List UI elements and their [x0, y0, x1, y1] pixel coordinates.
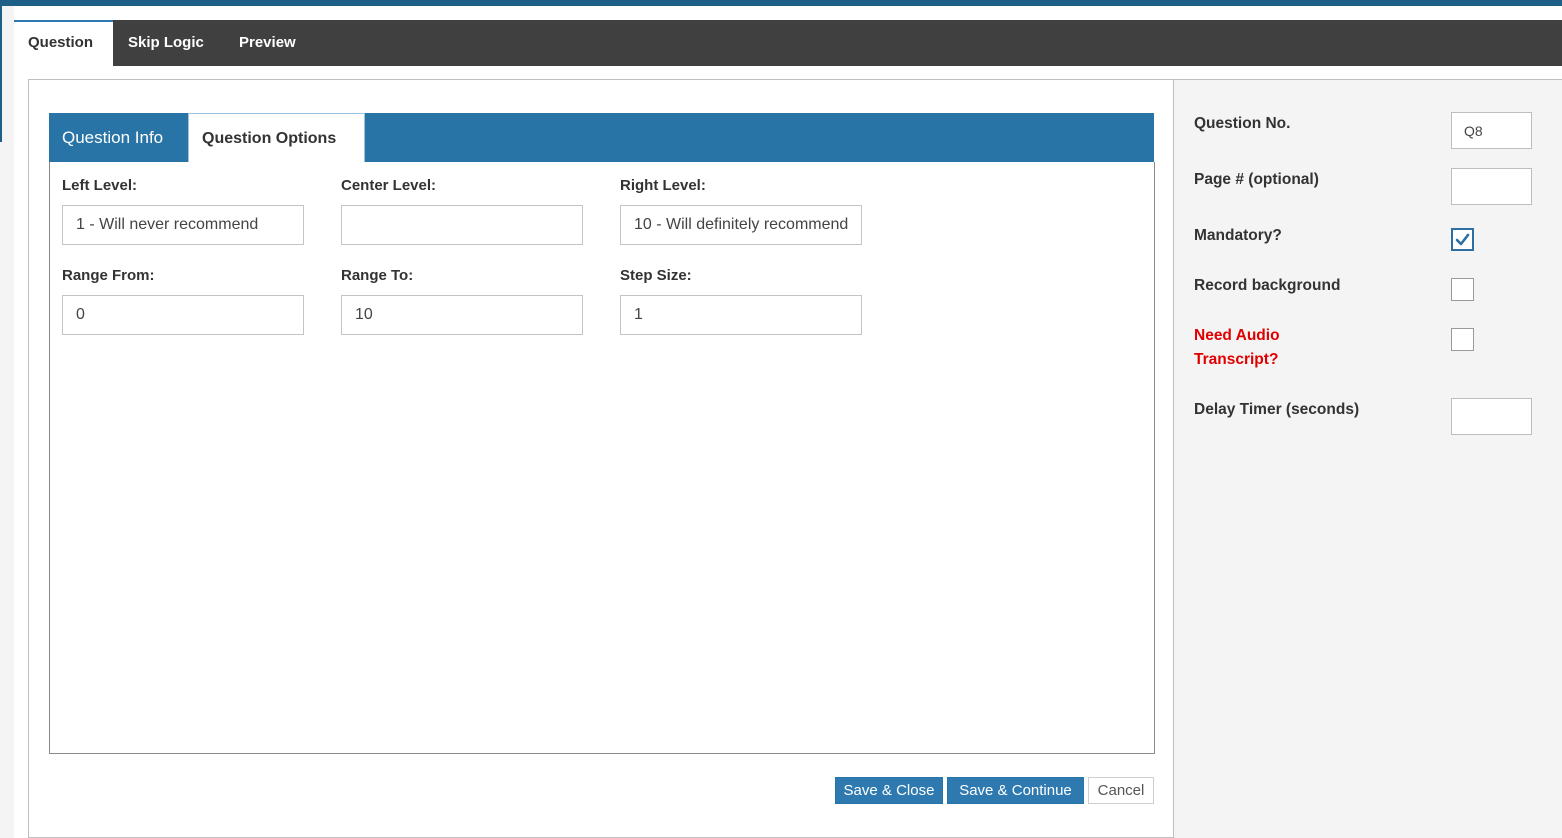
- record-background-label: Record background: [1194, 277, 1341, 294]
- range-from-label: Range From:: [62, 267, 155, 284]
- left-level-input[interactable]: [62, 205, 304, 245]
- left-backdrop: [0, 6, 14, 838]
- cancel-button[interactable]: Cancel: [1088, 777, 1154, 804]
- tab-skip-logic[interactable]: Skip Logic: [114, 20, 218, 66]
- tab-question[interactable]: Question: [14, 20, 113, 66]
- right-level-label: Right Level:: [620, 177, 706, 194]
- record-background-checkbox[interactable]: [1451, 278, 1474, 301]
- question-subtab-bar: Question Info Question Options: [49, 113, 1154, 162]
- question-settings-panel: Question No. Page # (optional) Mandatory…: [1173, 80, 1562, 838]
- delay-timer-label: Delay Timer (seconds): [1194, 401, 1360, 418]
- left-level-label: Left Level:: [62, 177, 138, 194]
- save-close-button[interactable]: Save & Close: [835, 777, 943, 804]
- range-to-label: Range To:: [341, 267, 414, 284]
- mandatory-label: Mandatory?: [1194, 227, 1282, 244]
- page-number-input[interactable]: [1451, 168, 1532, 205]
- left-accent-line: [0, 6, 2, 142]
- subtab-question-options[interactable]: Question Options: [188, 113, 365, 162]
- question-no-label: Question No.: [1194, 115, 1291, 132]
- question-options-panel: Left Level: Center Level: Right Level: R…: [49, 162, 1155, 754]
- need-audio-transcript-label-line2: Transcript?: [1194, 351, 1279, 368]
- top-tab-bar: Question Skip Logic Preview: [14, 20, 1562, 66]
- save-continue-button[interactable]: Save & Continue: [947, 777, 1084, 804]
- delay-timer-input[interactable]: [1451, 398, 1532, 435]
- question-editor-dialog: Question Info Question Options Left Leve…: [28, 79, 1562, 838]
- need-audio-transcript-label: Need Audio Transcript?: [1194, 324, 1280, 372]
- step-size-label: Step Size:: [620, 267, 692, 284]
- tab-preview[interactable]: Preview: [225, 20, 310, 66]
- step-size-input[interactable]: [620, 295, 862, 335]
- top-accent-bar: [0, 0, 1562, 6]
- need-audio-transcript-checkbox[interactable]: [1451, 328, 1474, 351]
- mandatory-checkbox[interactable]: [1451, 228, 1474, 251]
- right-level-input[interactable]: [620, 205, 862, 245]
- checkmark-icon: [1455, 233, 1470, 246]
- center-level-label: Center Level:: [341, 177, 437, 194]
- subtab-question-info[interactable]: Question Info: [49, 113, 176, 162]
- range-to-input[interactable]: [341, 295, 583, 335]
- center-level-input[interactable]: [341, 205, 583, 245]
- page-number-label: Page # (optional): [1194, 171, 1319, 188]
- question-no-input[interactable]: [1451, 112, 1532, 149]
- need-audio-transcript-label-line1: Need Audio: [1194, 327, 1280, 344]
- range-from-input[interactable]: [62, 295, 304, 335]
